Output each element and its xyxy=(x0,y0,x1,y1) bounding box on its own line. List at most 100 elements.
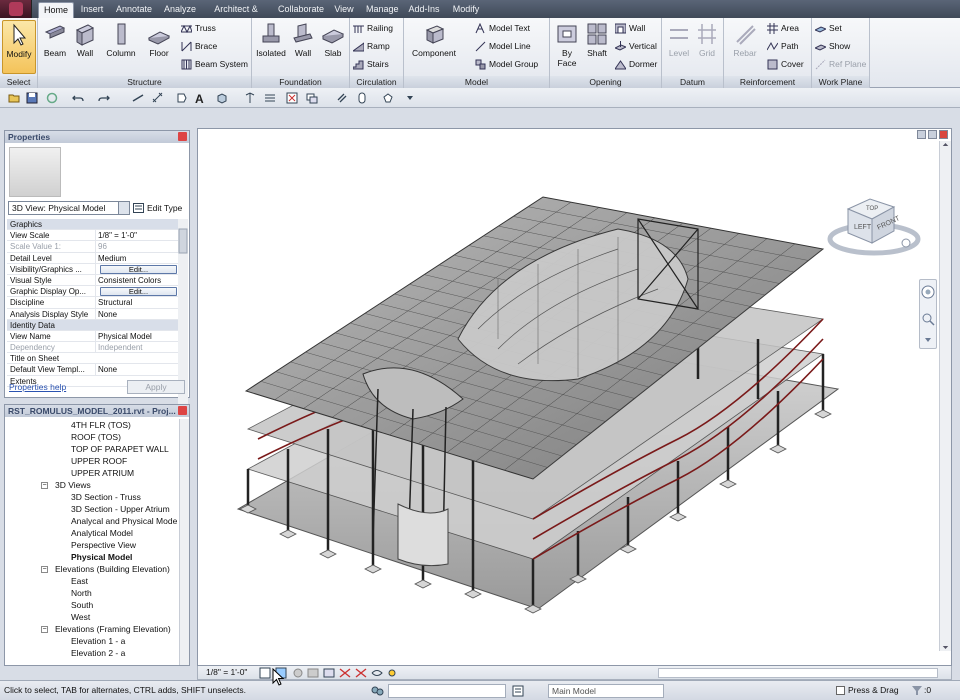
level-button[interactable]: Level xyxy=(664,20,694,74)
switch-windows-icon[interactable] xyxy=(306,92,318,104)
wall-opening-button[interactable]: Wall xyxy=(614,21,645,36)
property-edit-button[interactable]: Edit... xyxy=(100,287,177,297)
properties-help-link[interactable]: Properties help xyxy=(9,382,66,392)
tree-item[interactable]: West xyxy=(5,611,179,623)
view-cube[interactable]: LEFT FRONT TOP xyxy=(826,181,922,261)
show-work-plane-button[interactable]: Show xyxy=(814,39,850,54)
view-scale-selector[interactable]: 1/8" = 1'-0" xyxy=(206,667,247,677)
tab-architect-site[interactable]: Architect & Site xyxy=(202,2,270,29)
measure-icon[interactable] xyxy=(132,92,144,104)
redo-icon[interactable] xyxy=(98,92,110,104)
sync-icon[interactable] xyxy=(46,92,58,104)
close-view-icon[interactable] xyxy=(939,130,948,139)
editing-requests-icon[interactable] xyxy=(512,685,524,697)
tree-item[interactable]: Perspective View xyxy=(5,539,179,551)
tree-item[interactable]: UPPER ROOF xyxy=(5,455,179,467)
tab-insert[interactable]: Insert xyxy=(76,2,108,18)
property-group-header[interactable]: Identity Data xyxy=(7,319,179,331)
property-row[interactable]: Visibility/Graphics ... Edit... xyxy=(7,263,179,275)
shaft-button[interactable]: Shaft xyxy=(582,20,612,74)
tab-home[interactable]: Home xyxy=(38,2,74,18)
press-drag-checkbox[interactable] xyxy=(836,686,845,695)
property-row[interactable]: Detail Level Medium xyxy=(7,252,179,264)
cover-button[interactable]: Cover xyxy=(766,57,804,72)
minimize-view-icon[interactable] xyxy=(917,130,926,139)
analytical-model-icon[interactable] xyxy=(388,669,396,677)
tree-item[interactable]: 3D Section - Truss xyxy=(5,491,179,503)
property-edit-button[interactable]: Edit... xyxy=(100,264,177,274)
design-option-selector[interactable]: Main Model xyxy=(548,684,664,698)
close-properties-icon[interactable] xyxy=(178,132,187,141)
active-workset-selector[interactable] xyxy=(388,684,506,698)
property-value[interactable]: Physical Model xyxy=(95,330,179,342)
tree-item[interactable]: North xyxy=(5,587,179,599)
property-row[interactable]: Discipline Structural xyxy=(7,297,179,309)
project-browser-scrollbar[interactable] xyxy=(179,419,189,665)
close-browser-icon[interactable] xyxy=(178,406,187,415)
property-row[interactable]: Dependency Independent xyxy=(7,342,179,354)
3d-view-canvas[interactable]: LEFT FRONT TOP xyxy=(197,128,952,666)
model-line-button[interactable]: Model Line xyxy=(474,39,531,54)
section-icon[interactable] xyxy=(244,92,256,104)
tree-item[interactable]: ROOF (TOS) xyxy=(5,431,179,443)
brace-button[interactable]: Brace xyxy=(180,39,217,54)
property-value[interactable]: Independent xyxy=(95,342,179,353)
tree-item[interactable]: 3D Section - Upper Atrium xyxy=(5,503,179,515)
stairs-button[interactable]: Stairs xyxy=(352,57,389,72)
tab-view[interactable]: View xyxy=(330,2,358,18)
detail-level-icon[interactable] xyxy=(259,667,271,679)
property-value[interactable]: None xyxy=(95,364,179,375)
tree-collapse-toggle[interactable]: − xyxy=(41,566,48,573)
tree-item[interactable]: East xyxy=(5,575,179,587)
edit-type-button[interactable]: Edit Type xyxy=(133,201,182,215)
property-value[interactable]: Consistent Colors xyxy=(95,274,179,286)
open-icon[interactable] xyxy=(8,92,20,104)
tab-annotate[interactable]: Annotate xyxy=(112,2,156,18)
tab-manage[interactable]: Manage xyxy=(362,2,400,18)
close-hidden-windows-icon[interactable] xyxy=(286,92,298,104)
viewcube-compass-icon[interactable] xyxy=(901,238,911,248)
tree-item[interactable]: 4TH FLR (TOS) xyxy=(5,419,179,431)
tree-collapse-toggle[interactable]: − xyxy=(41,482,48,489)
dormer-button[interactable]: Dormer xyxy=(614,57,657,72)
component-button[interactable]: Component xyxy=(410,20,458,74)
property-row[interactable]: View Name Physical Model xyxy=(7,330,179,343)
vertical-opening-button[interactable]: Vertical xyxy=(614,39,657,54)
chevron-down-icon[interactable] xyxy=(925,338,931,342)
floor-button[interactable]: Floor xyxy=(142,20,176,74)
railing-button[interactable]: Railing xyxy=(352,21,393,36)
thin-lines-icon[interactable] xyxy=(264,92,276,104)
sun-path-icon[interactable] xyxy=(293,668,303,678)
view-horizontal-scrollbar[interactable] xyxy=(658,668,938,678)
beam-button[interactable]: Beam xyxy=(38,20,72,74)
application-menu-button[interactable] xyxy=(0,0,32,18)
crop-view-icon[interactable] xyxy=(323,668,335,678)
opening-by-face-button[interactable]: By Face xyxy=(552,20,582,74)
customize-toolbar-icon[interactable] xyxy=(404,92,416,104)
property-row[interactable]: Visual Style Consistent Colors xyxy=(7,274,179,287)
slab-foundation-button[interactable]: Slab xyxy=(316,20,350,74)
tab-add-ins[interactable]: Add-Ins xyxy=(404,2,444,18)
property-value[interactable]: 96 xyxy=(95,241,179,252)
property-value[interactable]: Medium xyxy=(95,252,179,263)
ramp-button[interactable]: Ramp xyxy=(352,39,390,54)
tree-item[interactable]: Physical Model xyxy=(5,551,179,563)
tree-collapse-toggle[interactable]: − xyxy=(41,626,48,633)
hide-crop-icon[interactable] xyxy=(339,668,351,678)
property-row[interactable]: Title on Sheet xyxy=(7,353,179,365)
region-icon[interactable] xyxy=(356,92,368,104)
reveal-hidden-icon[interactable] xyxy=(371,670,383,676)
zoom-icon[interactable] xyxy=(922,313,932,323)
property-row[interactable]: Scale Value 1: 96 xyxy=(7,241,179,253)
viewcube-top-face[interactable]: TOP xyxy=(866,206,878,212)
grid-button[interactable]: Grid xyxy=(692,20,722,74)
model-group-button[interactable]: Model Group xyxy=(474,57,538,72)
property-value[interactable]: None xyxy=(95,308,179,319)
property-row[interactable]: View Scale 1/8" = 1'-0" xyxy=(7,230,179,242)
ref-plane-button[interactable]: Ref Plane xyxy=(814,57,866,72)
shadows-icon[interactable] xyxy=(307,668,319,678)
undo-icon[interactable] xyxy=(72,92,84,104)
type-selector[interactable]: 3D View: Physical Model xyxy=(8,201,130,215)
structural-wall-button[interactable]: Wall xyxy=(68,20,102,74)
view-vertical-scrollbar[interactable] xyxy=(939,141,951,651)
